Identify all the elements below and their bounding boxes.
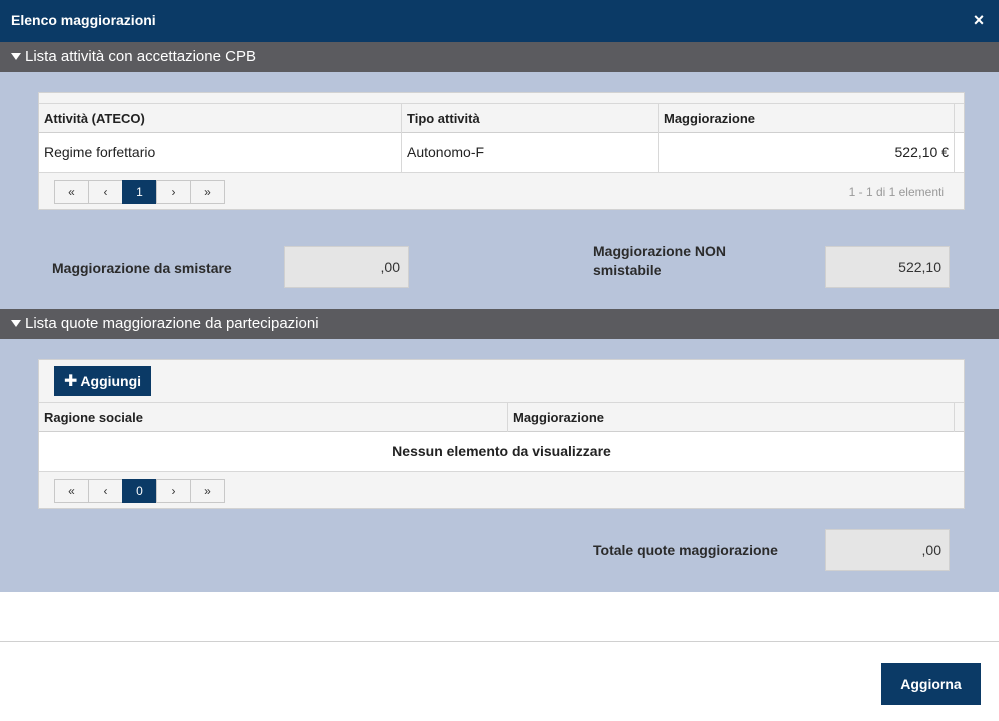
pager-current-page[interactable]: 0 [122, 479, 157, 503]
grid-header: Attività (ATECO) Tipo attività Maggioraz… [39, 103, 964, 133]
non-smistabile-field: 522,10 [825, 246, 950, 288]
cell-attivita: Regime forfettario [39, 133, 402, 172]
pager-info: 1 - 1 di 1 elementi [848, 185, 944, 199]
add-button-label: Aggiungi [80, 373, 142, 389]
non-smistabile-label-line2: smistabile [593, 262, 662, 278]
section-header-attivita[interactable]: Lista attività con accettazione CPB [0, 42, 999, 72]
dialog-title: Elenco maggiorazioni [11, 12, 156, 28]
da-smistare-field: ,00 [284, 246, 409, 288]
table-row[interactable]: Regime forfettario Autonomo-F 522,10 € [39, 133, 964, 173]
pager-first-button[interactable]: « [54, 479, 89, 503]
grid-header: Ragione sociale Maggiorazione [39, 402, 964, 432]
section-title: Lista quote maggiorazione da partecipazi… [25, 315, 319, 332]
section-panel-attivita: Attività (ATECO) Tipo attività Maggioraz… [0, 72, 999, 309]
column-header-attivita[interactable]: Attività (ATECO) [39, 104, 402, 133]
close-icon[interactable]: × [969, 9, 989, 31]
collapse-triangle-icon [11, 53, 21, 60]
pager-next-button[interactable]: › [156, 180, 191, 204]
column-header-maggiorazione[interactable]: Maggiorazione [508, 403, 955, 432]
column-header-ragione-sociale[interactable]: Ragione sociale [39, 403, 508, 432]
pager-first-button[interactable]: « [54, 180, 89, 204]
section-panel-partecipazioni: ✚ Aggiungi Ragione sociale Maggiorazione … [0, 339, 999, 592]
cell-tipo: Autonomo-F [402, 133, 659, 172]
pager: « ‹ 1 › » [54, 180, 225, 204]
da-smistare-label: Maggiorazione da smistare [52, 260, 232, 276]
cell-maggiorazione: 522,10 € [659, 133, 955, 172]
pager-last-button[interactable]: » [190, 479, 225, 503]
section-header-partecipazioni[interactable]: Lista quote maggiorazione da partecipazi… [0, 309, 999, 339]
partecipazioni-grid: ✚ Aggiungi Ragione sociale Maggiorazione … [38, 359, 965, 509]
pager-next-button[interactable]: › [156, 479, 191, 503]
non-smistabile-label-line1: Maggiorazione NON [593, 243, 727, 259]
empty-message: Nessun elemento da visualizzare [39, 432, 964, 472]
add-button[interactable]: ✚ Aggiungi [54, 366, 152, 396]
attivita-grid: Attività (ATECO) Tipo attività Maggioraz… [38, 92, 965, 210]
plus-icon: ✚ [64, 373, 78, 390]
totale-field: ,00 [825, 529, 950, 571]
pager-prev-button[interactable]: ‹ [88, 180, 123, 204]
footer-divider [0, 641, 999, 642]
column-header-tipo[interactable]: Tipo attività [402, 104, 659, 133]
pager-prev-button[interactable]: ‹ [88, 479, 123, 503]
column-header-maggiorazione[interactable]: Maggiorazione [659, 104, 955, 133]
pager-last-button[interactable]: » [190, 180, 225, 204]
totale-label: Totale quote maggiorazione [593, 542, 778, 558]
update-button[interactable]: Aggiorna [881, 663, 981, 705]
section-title: Lista attività con accettazione CPB [25, 48, 256, 65]
collapse-triangle-icon [11, 320, 21, 327]
pager: « ‹ 0 › » [54, 479, 225, 503]
dialog-titlebar: Elenco maggiorazioni × [0, 0, 999, 42]
non-smistabile-label: Maggiorazione NON smistabile [593, 242, 726, 280]
pager-current-page[interactable]: 1 [122, 180, 157, 204]
